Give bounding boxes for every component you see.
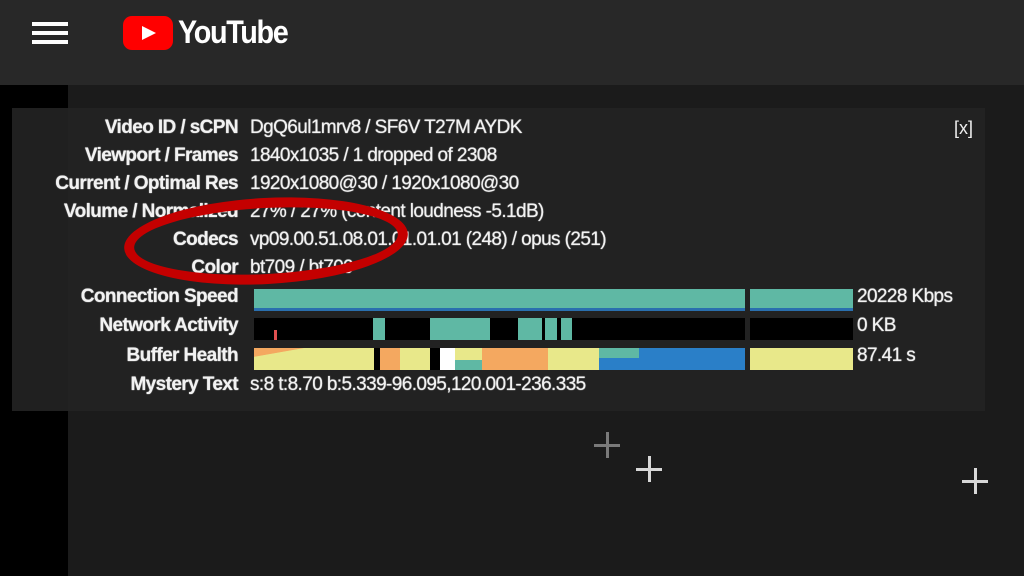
crosshair-mark bbox=[594, 432, 620, 458]
stat-label: Network Activity bbox=[99, 315, 238, 336]
stat-value: s:8 t:8.70 b:5.339-96.095,120.001-236.33… bbox=[250, 374, 586, 395]
stat-value: 87.41 s bbox=[857, 345, 916, 366]
hamburger-icon[interactable] bbox=[32, 22, 68, 44]
stat-label: Connection Speed bbox=[80, 286, 239, 307]
mystery-text-row: Mystery Text s:8 t:8.70 b:5.339-96.095,1… bbox=[12, 374, 985, 402]
connection-speed-graph bbox=[750, 289, 853, 311]
stat-value: 1840x1035 / 1 dropped of 2308 bbox=[250, 145, 497, 166]
stat-row: Viewport / Frames 1840x1035 / 1 dropped o… bbox=[12, 145, 985, 173]
stat-label: Mystery Text bbox=[130, 374, 238, 395]
buffer-health-row: Buffer Health 87.41 s bbox=[12, 345, 985, 373]
stat-value: DgQ6ul1mrv8 / SF6V T27M AYDK bbox=[250, 117, 522, 138]
logo-text: YouTube bbox=[178, 14, 289, 50]
connection-speed-graph bbox=[254, 289, 745, 311]
stat-value: 20228 Kbps bbox=[857, 286, 953, 307]
stat-label: Current / Optimal Res bbox=[55, 173, 238, 194]
stat-row: Video ID / sCPN DgQ6ul1mrv8 / SF6V T27M A… bbox=[12, 117, 985, 145]
connection-speed-row: Connection Speed 20228 Kbps bbox=[12, 286, 985, 314]
youtube-logo[interactable]: YouTube bbox=[123, 14, 300, 51]
stat-value: 0 KB bbox=[857, 315, 896, 336]
network-activity-graph bbox=[254, 318, 745, 340]
network-activity-graph bbox=[750, 318, 853, 340]
stat-label: Buffer Health bbox=[126, 345, 239, 366]
network-activity-row: Network Activity 0 KB bbox=[12, 315, 985, 343]
stat-value: 1920x1080@30 / 1920x1080@30 bbox=[250, 173, 519, 194]
crosshair-mark bbox=[962, 468, 988, 494]
stat-label: Viewport / Frames bbox=[84, 145, 239, 166]
stat-row: Current / Optimal Res 1920x1080@30 / 1920… bbox=[12, 173, 985, 201]
crosshair-mark bbox=[636, 456, 662, 482]
stat-label: Video ID / sCPN bbox=[104, 117, 239, 138]
buffer-health-graph bbox=[254, 348, 745, 370]
buffer-health-graph bbox=[750, 348, 853, 370]
top-bar: YouTube bbox=[0, 0, 1024, 85]
play-icon bbox=[123, 15, 173, 50]
